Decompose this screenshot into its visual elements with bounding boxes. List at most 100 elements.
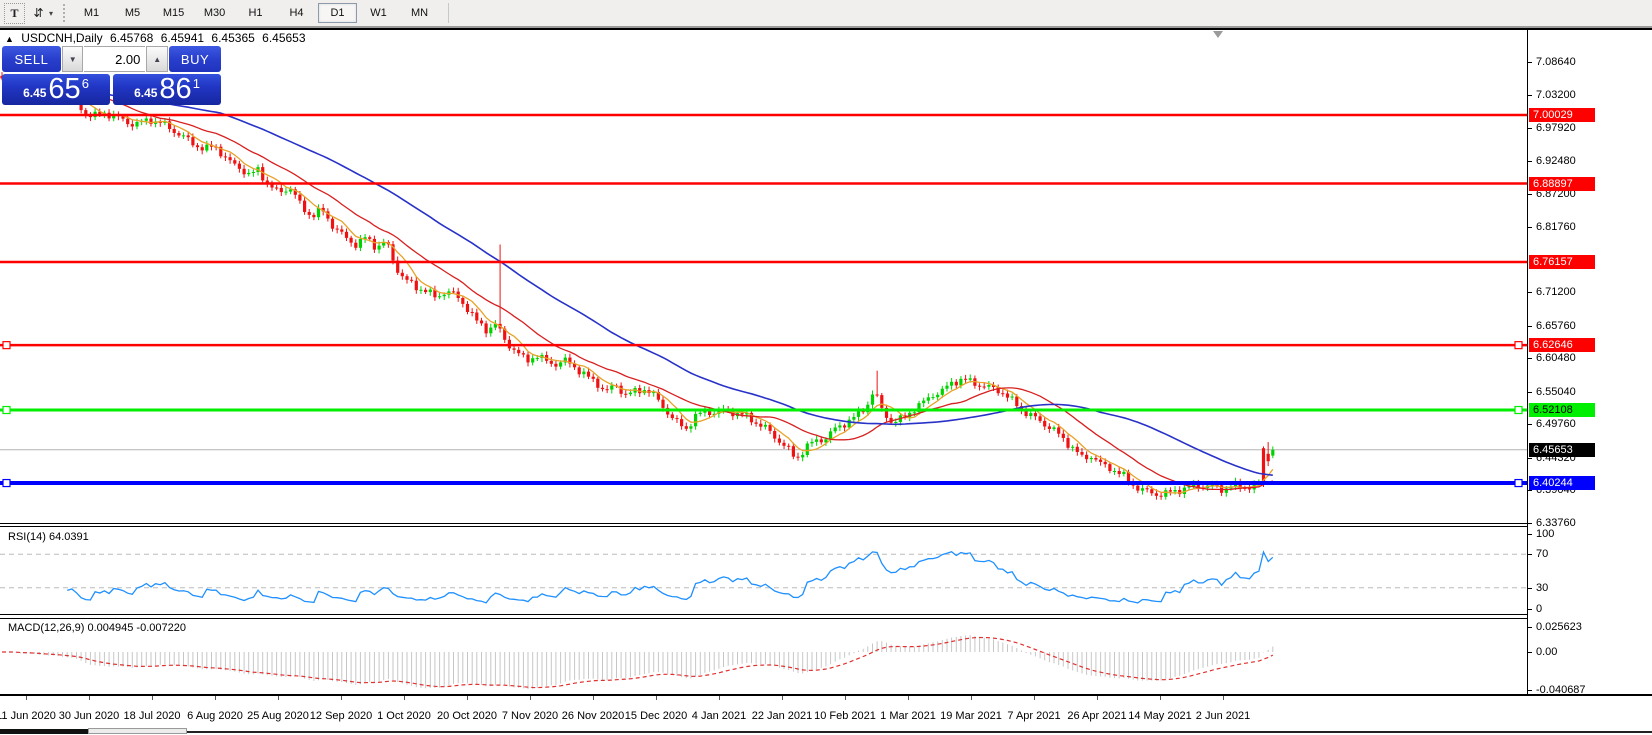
time-tick-mark [89, 696, 90, 700]
buy-button[interactable]: BUY [169, 46, 221, 72]
time-tick-mark [719, 696, 720, 700]
time-tick-mark [215, 696, 216, 700]
volume-input[interactable]: 2.00 [84, 46, 145, 72]
volume-increase-button[interactable]: ▲ [146, 46, 168, 72]
sell-price-display[interactable]: 6.45 65 6 [2, 74, 110, 105]
panel-splitter[interactable] [0, 523, 1652, 524]
price-axis: 7.086407.032006.979206.924806.872006.817… [1527, 30, 1652, 694]
time-tick-mark [782, 696, 783, 700]
axis-tick-mark [1528, 95, 1532, 96]
ohlc-open: 6.45768 [110, 31, 153, 45]
time-tick-mark [278, 696, 279, 700]
macd-tick-label: 0.025623 [1536, 621, 1582, 633]
date-label: 20 Oct 2020 [437, 710, 497, 722]
timeframe-button-m15[interactable]: M15 [154, 3, 193, 23]
sell-button[interactable]: SELL [2, 46, 61, 72]
price-tick-label: 7.03200 [1536, 89, 1576, 101]
timeframe-button-m30[interactable]: M30 [195, 3, 234, 23]
axis-tick-mark [1528, 194, 1532, 195]
h-scrollbar-thumb[interactable] [0, 729, 88, 734]
spinner-up-icon: ▲ [153, 55, 161, 64]
price-tick-label: 7.08640 [1536, 56, 1576, 68]
price-tick-label: 6.97920 [1536, 122, 1576, 134]
time-tick-mark [530, 696, 531, 700]
axis-tick-mark [1528, 490, 1532, 491]
panel-splitter[interactable] [0, 614, 1652, 615]
price-tick-label: 6.60480 [1536, 352, 1576, 364]
date-label: 1 Oct 2020 [377, 710, 431, 722]
toolbar-grip[interactable] [63, 4, 65, 22]
h-scrollbar-track[interactable] [187, 731, 1652, 733]
timeframe-button-d1[interactable]: D1 [318, 3, 357, 23]
volume-value: 2.00 [115, 52, 140, 67]
chart-shift-marker-icon[interactable] [1213, 31, 1223, 38]
date-label: 10 Feb 2021 [814, 710, 876, 722]
rsi-tick-label: 0 [1536, 603, 1542, 615]
buy-price-big: 86 [159, 75, 191, 104]
date-label: 12 Sep 2020 [310, 710, 372, 722]
timeframe-button-mn[interactable]: MN [400, 3, 439, 23]
date-label: 1 Mar 2021 [880, 710, 936, 722]
time-tick-mark [1034, 696, 1035, 700]
time-tick-mark [1223, 696, 1224, 700]
chart-title: ▲ USDCNH,Daily 6.45768 6.45941 6.45365 6… [5, 31, 310, 45]
hline-price-badge: 7.00029 [1529, 108, 1595, 122]
new-order-dropdown-caret[interactable]: ▾ [49, 9, 53, 18]
price-tick-label: 6.49760 [1536, 418, 1576, 430]
text-tool-icon: T [10, 6, 18, 21]
collapse-triangle-icon[interactable]: ▲ [5, 34, 14, 44]
current-price-badge: 6.45653 [1529, 443, 1595, 457]
date-label: 7 Nov 2020 [502, 710, 558, 722]
time-tick-mark [26, 696, 27, 700]
trading-terminal: T ⇵ ▾ M1M5M15M30H1H4D1W1MN ▲ USDCNH,Dail… [0, 0, 1652, 735]
macd-canvas [0, 619, 1527, 694]
axis-tick-mark [1528, 292, 1532, 293]
date-label: 26 Nov 2020 [562, 710, 624, 722]
axis-tick-mark [1528, 523, 1532, 524]
time-tick-mark [908, 696, 909, 700]
spinner-down-icon: ▼ [69, 55, 77, 64]
main-chart-canvas [0, 30, 1527, 524]
date-label: 26 Apr 2021 [1067, 710, 1126, 722]
price-tick-label: 6.81760 [1536, 221, 1576, 233]
buy-price-display[interactable]: 6.45 86 1 [113, 74, 221, 105]
timeframe-button-w1[interactable]: W1 [359, 3, 398, 23]
text-label-tool-button[interactable]: T [4, 3, 25, 24]
timeframe-button-h1[interactable]: H1 [236, 3, 275, 23]
date-label: 14 May 2021 [1128, 710, 1192, 722]
time-tick-mark [1160, 696, 1161, 700]
toolbar-separator [448, 3, 449, 23]
timeframe-button-m5[interactable]: M5 [113, 3, 152, 23]
rsi-tick-label: 100 [1536, 528, 1554, 540]
date-label: 25 Aug 2020 [247, 710, 309, 722]
price-tick-label: 6.92480 [1536, 155, 1576, 167]
macd-indicator-label: MACD(12,26,9) 0.004945 -0.007220 [8, 622, 186, 634]
axis-tick-mark [1528, 458, 1532, 459]
time-tick-mark [341, 696, 342, 700]
sell-price-prefix: 6.45 [23, 86, 46, 100]
timeframe-button-m1[interactable]: M1 [72, 3, 111, 23]
time-tick-mark [845, 696, 846, 700]
timeframe-button-h4[interactable]: H4 [277, 3, 316, 23]
new-order-button[interactable]: ⇵ [29, 4, 48, 23]
h-scrollbar-handle[interactable] [88, 728, 187, 734]
time-tick-mark [593, 696, 594, 700]
hline-price-badge: 6.76157 [1529, 255, 1595, 269]
time-tick-mark [1097, 696, 1098, 700]
hline-price-badge: 6.88897 [1529, 177, 1595, 191]
macd-tick-label: 0.00 [1536, 646, 1557, 658]
volume-decrease-button[interactable]: ▼ [62, 46, 84, 72]
price-tick-label: 6.71200 [1536, 286, 1576, 298]
buy-button-label: BUY [181, 52, 209, 67]
order-arrows-icon: ⇵ [33, 6, 43, 20]
date-label: 18 Jul 2020 [124, 710, 181, 722]
date-label: 30 Jun 2020 [59, 710, 120, 722]
time-tick-mark [404, 696, 405, 700]
buy-price-prefix: 6.45 [134, 86, 157, 100]
sell-price-sup: 6 [82, 76, 89, 91]
axis-tick-mark [1528, 424, 1532, 425]
hline-price-badge: 6.52108 [1529, 403, 1595, 417]
axis-tick-mark [1528, 227, 1532, 228]
date-label: 11 Jun 2020 [0, 710, 56, 722]
rsi-indicator-label: RSI(14) 64.0391 [8, 531, 89, 543]
